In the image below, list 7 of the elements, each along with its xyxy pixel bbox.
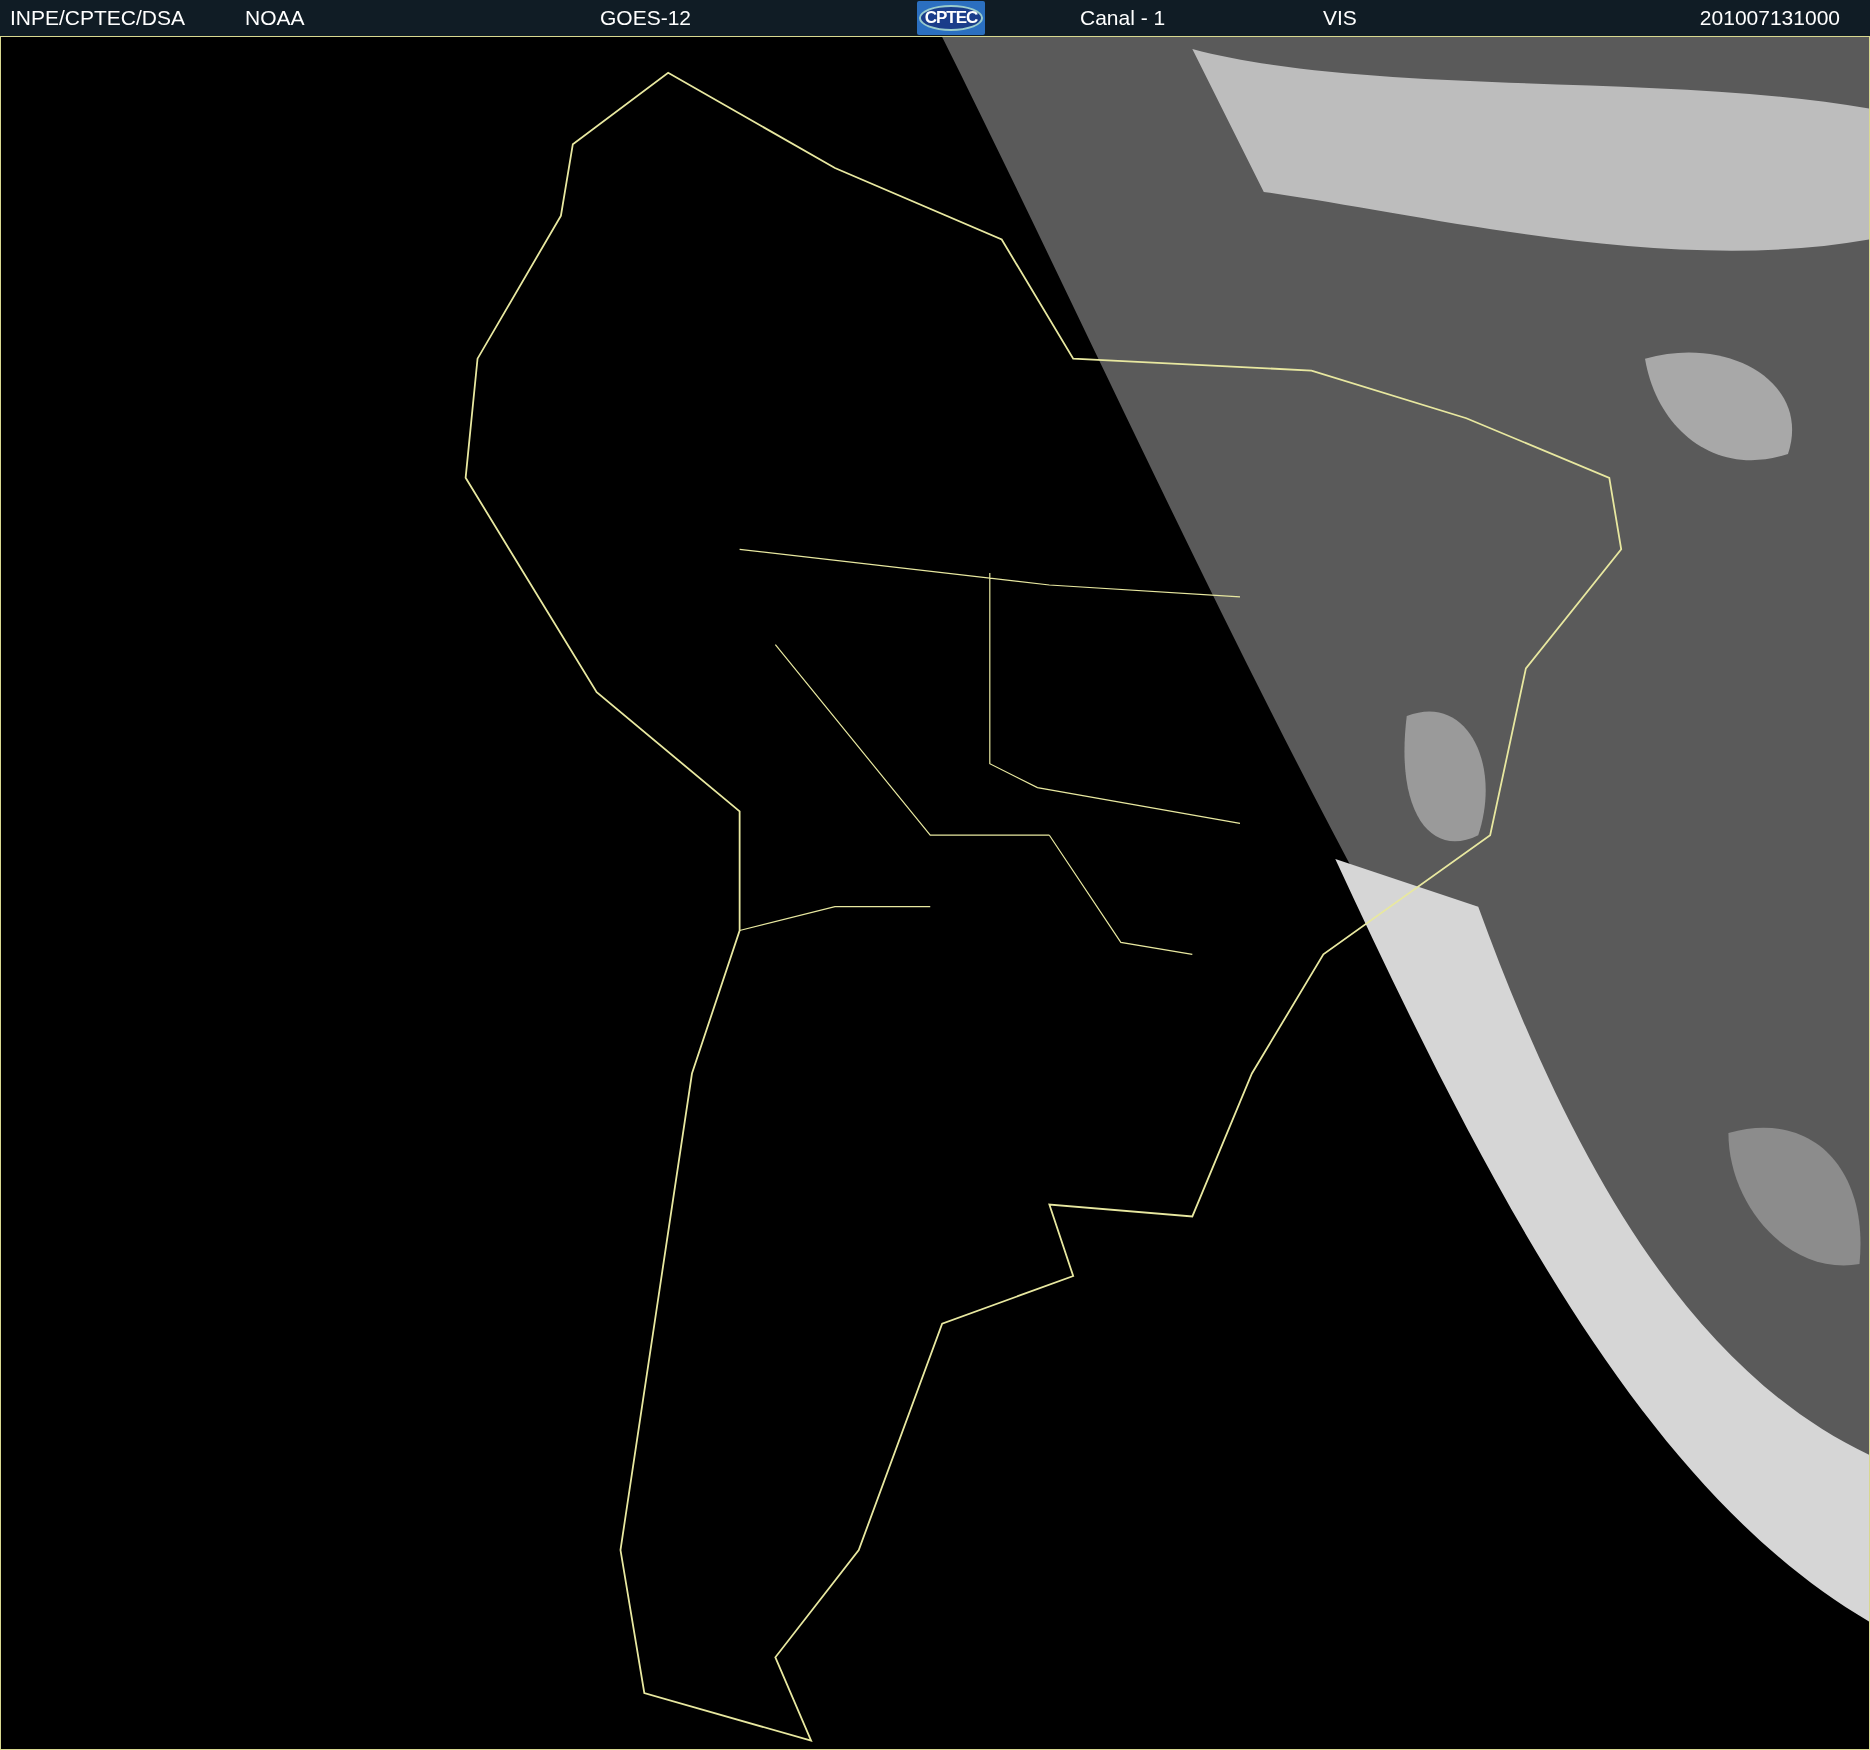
agency-label: NOAA bbox=[245, 6, 306, 30]
satellite-label: GOES-12 bbox=[600, 6, 693, 30]
logo: CPTEC bbox=[917, 1, 985, 35]
timestamp-label: 201007131000 bbox=[1699, 6, 1840, 30]
band-label: VIS bbox=[1323, 6, 1358, 30]
source-label: INPE/CPTEC/DSA bbox=[10, 6, 187, 30]
channel-label: Canal - 1 bbox=[1080, 6, 1167, 30]
